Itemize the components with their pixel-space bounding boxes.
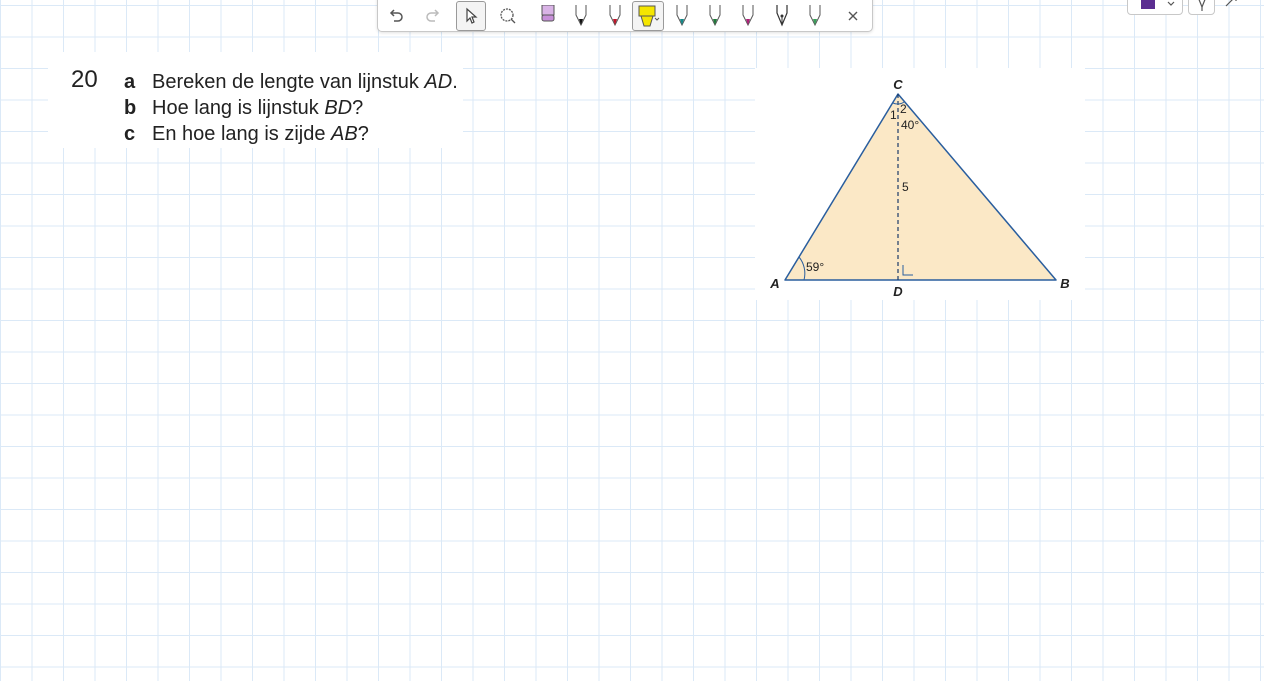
fountain-pen-icon — [776, 5, 788, 27]
vertex-label-a: A — [769, 276, 779, 291]
pen-green-icon — [709, 5, 721, 27]
pen-light-green-tool[interactable] — [800, 1, 830, 31]
question-letter: b — [124, 97, 137, 119]
undo-icon — [389, 9, 403, 22]
question-text: Hoe lang is lijnstuk — [152, 97, 325, 119]
question-c: c En hoe lang is zijde AB? — [124, 123, 369, 146]
pen-light-green-icon — [809, 5, 821, 27]
question-end: ? — [352, 97, 364, 119]
pin-icon — [1198, 0, 1206, 11]
pin-button[interactable] — [1188, 0, 1215, 15]
question-segment: BD — [324, 97, 353, 119]
lasso-tool[interactable] — [493, 1, 523, 31]
pen-magenta-tool[interactable] — [733, 1, 763, 31]
pointer-icon — [466, 7, 478, 24]
triangle-figure: C A B D 1 2 40° 5 59° — [769, 77, 1069, 299]
color-picker-button[interactable] — [1127, 0, 1183, 15]
redo-button[interactable] — [418, 1, 448, 31]
angle-c2-value: 40° — [901, 118, 919, 132]
exercise-number: 20 — [71, 66, 98, 93]
question-end: ? — [357, 123, 369, 145]
pen-red-icon — [609, 5, 621, 27]
pen-black-tool[interactable] — [566, 1, 596, 31]
eraser-icon — [541, 5, 555, 22]
question-segment: AD — [424, 71, 453, 93]
angle-label-1: 1 — [890, 108, 897, 122]
highlighter-yellow-icon — [638, 5, 660, 27]
question-end: . — [452, 71, 458, 93]
color-swatch-icon — [1141, 0, 1175, 9]
close-icon — [848, 11, 858, 21]
question-letter: a — [124, 71, 136, 93]
question-b: b Hoe lang is lijnstuk BD? — [124, 97, 363, 120]
question-segment: AB — [331, 123, 358, 145]
pen-red-tool[interactable] — [600, 1, 630, 31]
lasso-icon — [500, 8, 516, 24]
question-text: Bereken de lengte van lijnstuk — [152, 71, 425, 93]
undo-button[interactable] — [381, 1, 411, 31]
pointer-tool[interactable] — [456, 1, 486, 31]
vertex-label-c: C — [893, 77, 903, 92]
expand-icon — [1225, 0, 1237, 7]
triangle-abc — [784, 93, 1057, 281]
angle-a-value: 59° — [806, 260, 824, 274]
length-cd-label: 5 — [902, 180, 909, 194]
pen-teal-tool[interactable] — [667, 1, 697, 31]
question-letter: c — [124, 123, 136, 145]
eraser-tool[interactable] — [533, 1, 563, 31]
fountain-pen-tool[interactable] — [767, 1, 797, 31]
question-a: a Bereken de lengte van lijnstuk AD. — [124, 71, 458, 94]
close-toolbar-button[interactable] — [838, 1, 868, 31]
pen-green-tool[interactable] — [700, 1, 730, 31]
pen-teal-icon — [676, 5, 688, 27]
drawing-toolbar — [377, 0, 873, 32]
question-text: En hoe lang is zijde — [152, 123, 332, 145]
pen-black-icon — [575, 5, 587, 27]
redo-icon — [426, 9, 440, 22]
vertex-label-b: B — [1060, 276, 1069, 291]
expand-button[interactable] — [1222, 0, 1242, 10]
vertex-label-d: D — [893, 284, 903, 299]
highlighter-yellow-tool[interactable] — [632, 1, 664, 31]
pen-magenta-icon — [742, 5, 754, 27]
angle-label-2: 2 — [900, 102, 907, 116]
